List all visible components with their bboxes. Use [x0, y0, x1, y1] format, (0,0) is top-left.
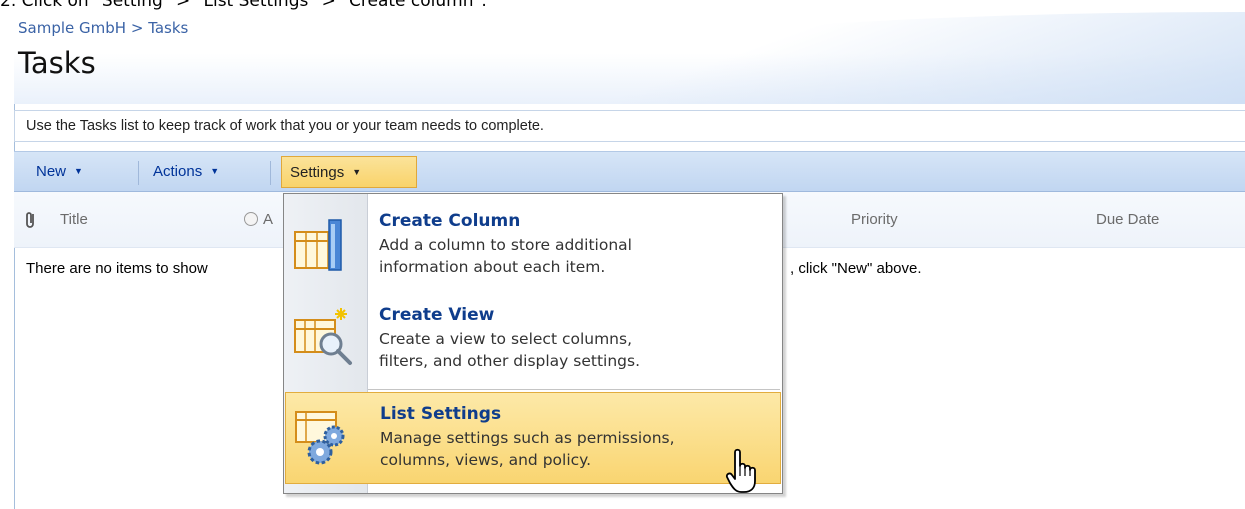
empty-list-message-tail: , click "New" above. [790, 260, 922, 277]
column-due-date[interactable]: Due Date [1096, 211, 1159, 228]
breadcrumb-tasks-link[interactable]: Tasks [148, 19, 188, 37]
breadcrumb: Sample GmbH > Tasks [18, 19, 188, 37]
settings-menu-label: Settings [290, 164, 345, 181]
empty-list-message: There are no items to show [26, 260, 208, 277]
actions-menu-label: Actions [153, 163, 203, 180]
settings-dropdown-menu: Create Column Add a column to store addi… [283, 193, 783, 494]
settings-menu-button[interactable]: Settings ▼ [281, 156, 417, 188]
menu-item-create-column[interactable]: Create Column Add a column to store addi… [285, 198, 781, 293]
new-menu-label: New [36, 163, 67, 180]
toolbar-divider [270, 161, 271, 185]
page-header [14, 12, 1245, 104]
menu-divider [368, 389, 780, 390]
instruction-text: 2. Click on "Setting" > "List Settings" … [0, 0, 487, 11]
list-description: Use the Tasks list to keep track of work… [14, 110, 1245, 142]
list-settings-description: Manage settings such as permissions, col… [380, 429, 675, 469]
actions-menu-button[interactable]: Actions ▼ [153, 156, 219, 188]
radio-icon [244, 212, 258, 226]
hand-pointer-icon [725, 448, 759, 494]
chevron-down-icon: ▼ [352, 167, 362, 177]
create-view-description: Create a view to select columns, filters… [379, 330, 640, 370]
create-view-icon [293, 306, 355, 368]
toolbar-divider [138, 161, 139, 185]
create-column-icon [293, 214, 355, 276]
column-priority[interactable]: Priority [851, 211, 898, 228]
create-column-description: Add a column to store additional informa… [379, 236, 632, 276]
header-decoration [574, 12, 1245, 104]
breadcrumb-site-link[interactable]: Sample GmbH [18, 19, 126, 37]
list-settings-title: List Settings [380, 404, 502, 424]
attachment-icon[interactable] [24, 210, 40, 230]
chevron-down-icon: ▼ [74, 166, 83, 176]
page-title: Tasks [18, 46, 96, 80]
create-view-title: Create View [379, 305, 495, 325]
menu-item-create-view[interactable]: Create View Create a view to select colu… [285, 294, 781, 387]
list-settings-icon [294, 406, 356, 468]
new-menu-button[interactable]: New ▼ [36, 156, 83, 188]
list-toolbar: New ▼ Actions ▼ Settings ▼ [14, 151, 1245, 192]
column-title[interactable]: Title [60, 211, 88, 228]
menu-item-list-settings[interactable]: List Settings Manage settings such as pe… [285, 392, 781, 484]
breadcrumb-separator: > [130, 19, 144, 37]
chevron-down-icon: ▼ [210, 166, 220, 176]
column-assigned-to[interactable]: A [263, 211, 273, 228]
create-column-title: Create Column [379, 211, 521, 231]
